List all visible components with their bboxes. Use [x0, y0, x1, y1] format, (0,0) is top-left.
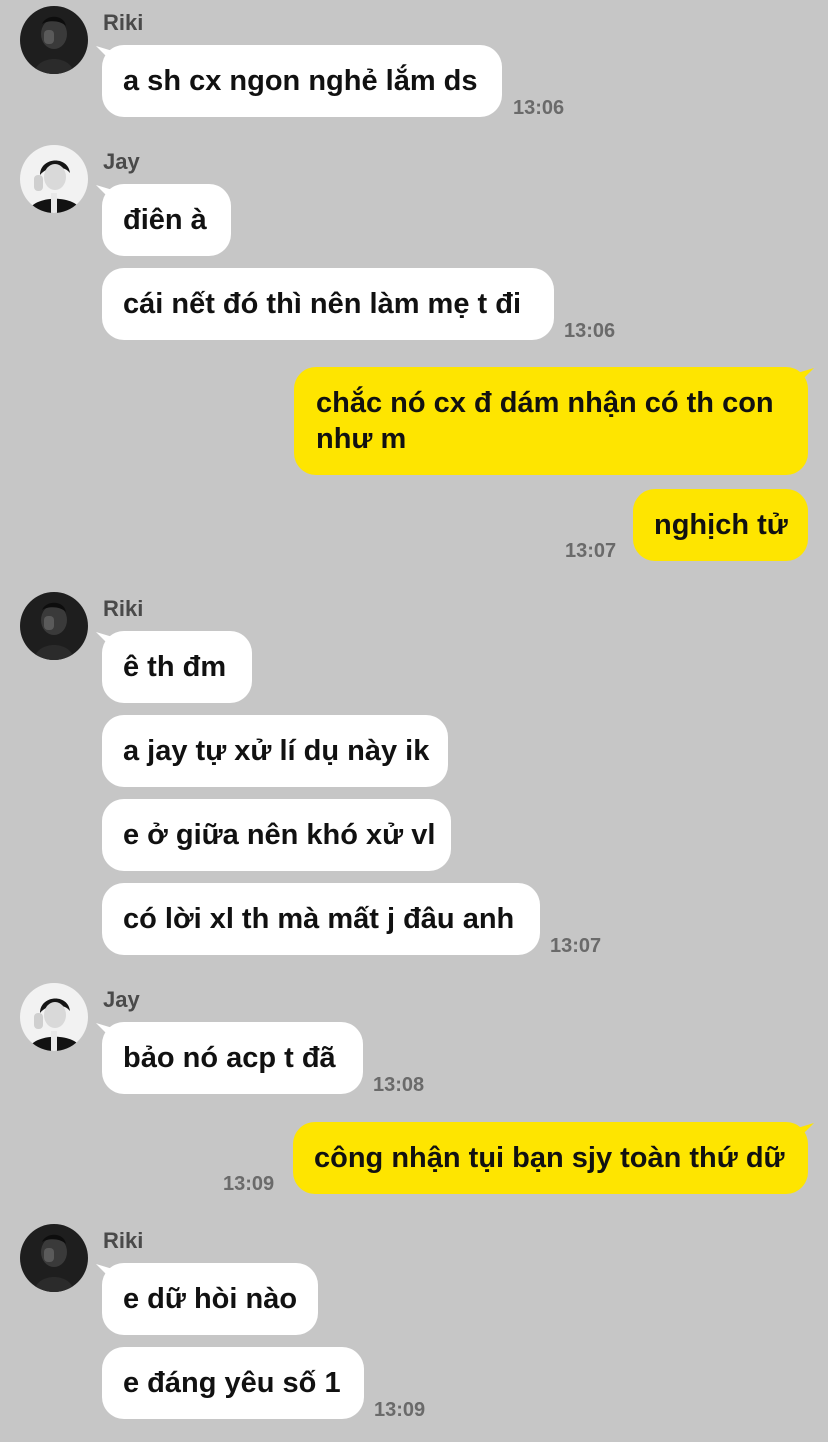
message-time: 13:09 — [374, 1399, 426, 1421]
message-bubble[interactable]: a jay tự xử lí dụ này ik — [102, 715, 448, 787]
message-time: 13:08 — [373, 1074, 425, 1096]
message-time: 13:09 — [223, 1173, 275, 1195]
sender-name: Jay — [103, 149, 140, 174]
message-bubble[interactable]: e ở giữa nên khó xử vl — [102, 799, 451, 871]
bw-portrait-icon — [20, 983, 88, 1051]
message-time: 13:06 — [513, 97, 565, 119]
message-bubble[interactable]: a sh cx ngon nghẻ lắm ds — [102, 45, 502, 117]
message-bubble[interactable]: công nhận tụi bạn sjy toàn thứ dữ — [293, 1122, 808, 1194]
message-bubble[interactable]: e đáng yêu số 1 — [102, 1347, 364, 1419]
jay-avatar[interactable] — [20, 983, 88, 1051]
message-bubble[interactable]: ê th đm — [102, 631, 252, 703]
bw-portrait-icon — [20, 145, 88, 213]
message-bubble[interactable]: bảo nó acp t đã — [102, 1022, 363, 1094]
message-bubble[interactable]: e dữ hòi nào — [102, 1263, 318, 1335]
riki-avatar[interactable] — [20, 1224, 88, 1292]
message-bubble[interactable]: nghịch tử — [633, 489, 808, 561]
dark-portrait-icon — [20, 592, 88, 660]
jay-avatar[interactable] — [20, 145, 88, 213]
message-bubble[interactable]: chắc nó cx đ dám nhận có th con như m — [294, 367, 808, 475]
message-time: 13:07 — [565, 540, 617, 562]
dark-portrait-icon — [20, 1224, 88, 1292]
sender-name: Riki — [103, 1228, 144, 1253]
message-time: 13:07 — [550, 935, 602, 957]
dark-portrait-icon — [20, 6, 88, 74]
riki-avatar[interactable] — [20, 592, 88, 660]
message-bubble[interactable]: điên à — [102, 184, 231, 256]
message-bubble[interactable]: có lời xl th mà mất j đâu anh — [102, 883, 540, 955]
message-bubble[interactable]: cái nết đó thì nên làm mẹ t đi — [102, 268, 554, 340]
message-time: 13:06 — [564, 320, 616, 342]
sender-name: Jay — [103, 987, 140, 1012]
sender-name: Riki — [103, 596, 144, 621]
sender-name: Riki — [103, 10, 144, 35]
riki-avatar[interactable] — [20, 6, 88, 74]
